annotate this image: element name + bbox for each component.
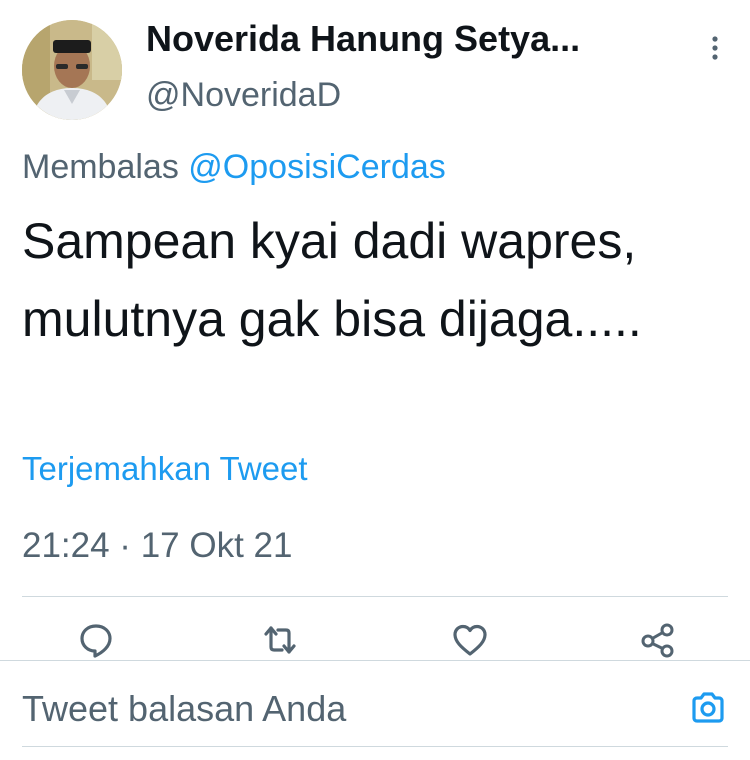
- tweet-text: Sampean kyai dadi wapres, mulutnya gak b…: [22, 213, 642, 347]
- author-display-name[interactable]: Noverida Hanung Setya...: [146, 18, 580, 60]
- translate-tweet-link[interactable]: Terjemahkan Tweet: [22, 450, 308, 488]
- retweet-icon[interactable]: [260, 620, 300, 660]
- reply-compose-input[interactable]: Tweet balasan Anda: [22, 688, 346, 730]
- avatar-photo: [22, 20, 122, 120]
- reply-context: Membalas @OposisiCerdas: [22, 148, 446, 187]
- author-handle[interactable]: @NoveridaD: [146, 76, 341, 115]
- tweet-timestamp[interactable]: 21:24 · 17 Okt 21: [22, 526, 292, 566]
- more-options-icon[interactable]: [708, 34, 722, 62]
- camera-icon[interactable]: [688, 688, 728, 728]
- divider: [22, 596, 728, 597]
- avatar[interactable]: [22, 20, 122, 120]
- divider: [22, 746, 728, 747]
- reply-prefix-label: Membalas: [22, 148, 179, 186]
- reply-icon[interactable]: [76, 620, 116, 660]
- divider: [0, 660, 750, 661]
- share-icon[interactable]: [638, 620, 678, 660]
- reply-to-mention-link[interactable]: @OposisiCerdas: [188, 148, 446, 186]
- like-icon[interactable]: [450, 620, 490, 660]
